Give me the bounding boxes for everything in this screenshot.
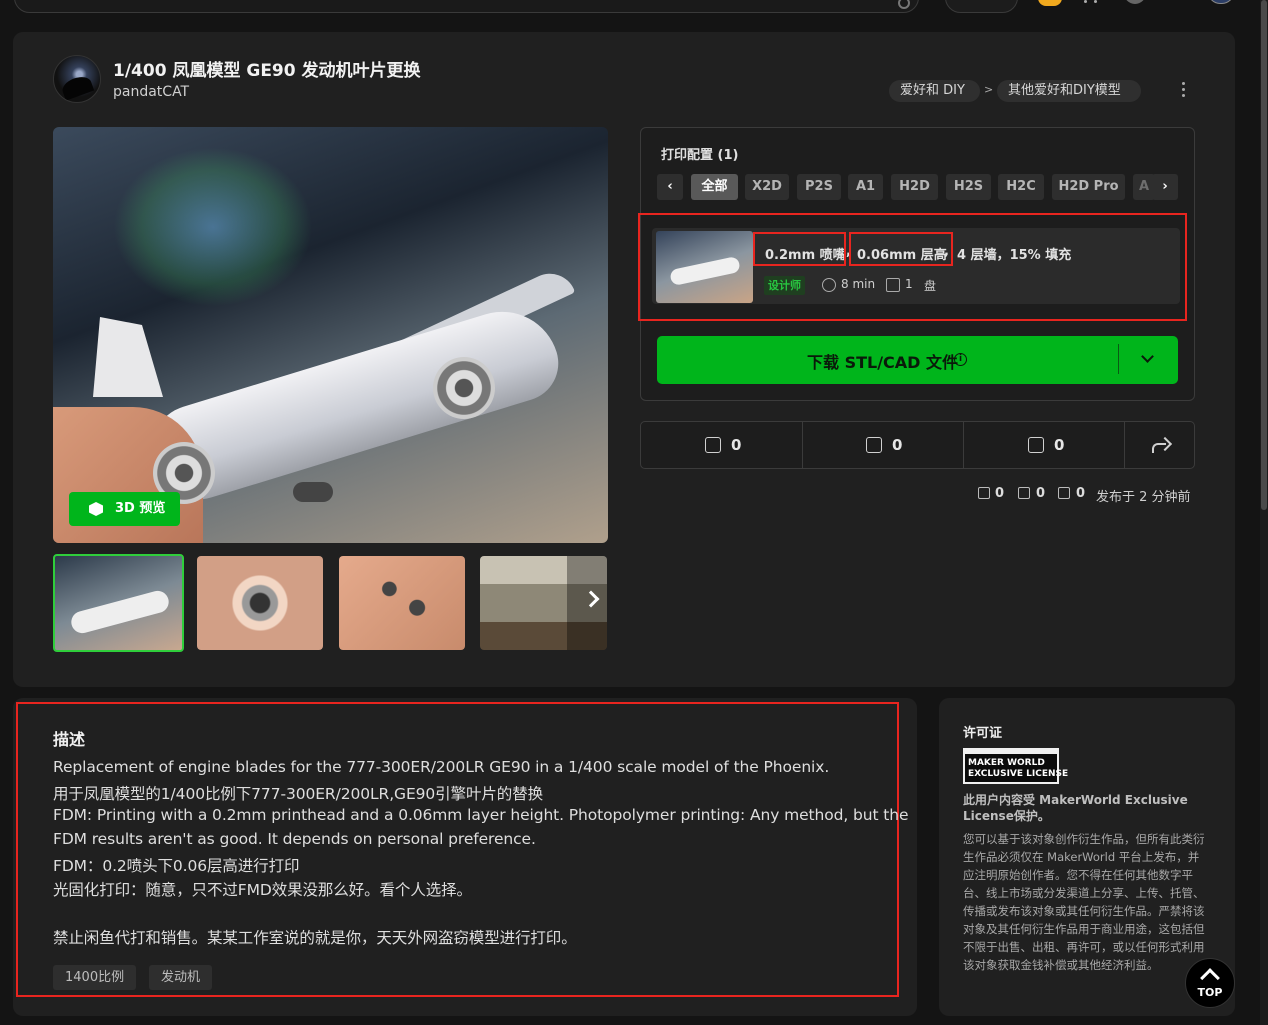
action-divider bbox=[963, 422, 964, 468]
printer-chip-all[interactable]: 全部 bbox=[691, 174, 738, 200]
3d-preview-button[interactable]: 3D 预览 bbox=[69, 492, 180, 526]
tag-scale[interactable]: 1400比例 bbox=[53, 965, 137, 990]
highlight-annotation-nozzle bbox=[753, 232, 846, 266]
print-config-title: 打印配置 (1) bbox=[661, 148, 739, 163]
license-badge-line1: MAKER WORLD bbox=[968, 758, 1045, 768]
search-input[interactable] bbox=[14, 0, 919, 13]
description-line: FDM：0.2喷头下0.06层高进行打印 bbox=[53, 857, 300, 875]
action-divider bbox=[802, 422, 803, 468]
license-badge[interactable]: MAKER WORLD EXCLUSIVE LICENSE bbox=[963, 748, 1069, 784]
description-line: 用于凤凰模型的1/400比例下777-300ER/200LR,GE90引擎叶片的… bbox=[53, 785, 543, 803]
breadcrumb-category[interactable]: 爱好和 DIY bbox=[889, 80, 980, 102]
gallery-thumbnail-2[interactable] bbox=[197, 556, 323, 650]
more-menu-icon[interactable] bbox=[1180, 82, 1186, 100]
description-line: FDM results aren't as good. It depends o… bbox=[53, 830, 536, 848]
action-divider bbox=[1124, 422, 1125, 468]
gallery-thumbnail-3[interactable] bbox=[339, 556, 465, 650]
user-avatar[interactable] bbox=[1208, 0, 1234, 4]
notification-icon[interactable] bbox=[1124, 0, 1146, 4]
points-icon[interactable] bbox=[1038, 0, 1062, 6]
arrow-up-icon bbox=[1200, 968, 1220, 988]
download-count: 0 bbox=[1036, 486, 1046, 501]
printer-chip-x2d[interactable]: X2D bbox=[745, 174, 789, 200]
highlight-annotation-description bbox=[16, 702, 899, 997]
top-button[interactable] bbox=[945, 0, 1018, 13]
published-time: 发布于 2 分钟前 bbox=[1096, 490, 1191, 505]
like-button[interactable] bbox=[640, 421, 802, 469]
comment-icon[interactable] bbox=[1028, 437, 1044, 453]
description-heading: 描述 bbox=[53, 730, 86, 749]
comment-count: 0 bbox=[1054, 436, 1065, 454]
license-subtitle: 此用户内容受 MakerWorld Exclusive License保护。 bbox=[963, 793, 1188, 823]
license-heading: 许可证 bbox=[963, 726, 1003, 741]
printer-next-icon[interactable]: › bbox=[1152, 174, 1178, 200]
description-line: 禁止闲鱼代打和销售。某某工作室说的就是你，天天外网盗窃模型进行打印。 bbox=[53, 929, 577, 947]
top-navigation-bar bbox=[0, 0, 1268, 18]
search-icon[interactable] bbox=[898, 0, 910, 9]
collect-count: 0 bbox=[892, 436, 903, 454]
page-title: 1/400 凤凰模型 GE90 发动机叶片更换 bbox=[113, 61, 421, 81]
boost-count: 0 bbox=[995, 486, 1005, 501]
info-icon[interactable]: i bbox=[954, 353, 967, 366]
back-to-top-button[interactable]: TOP bbox=[1185, 958, 1235, 1008]
author-name[interactable]: pandatCAT bbox=[113, 84, 189, 100]
share-icon[interactable] bbox=[1152, 438, 1168, 453]
cube-icon bbox=[89, 502, 103, 516]
scrollbar-thumb[interactable] bbox=[1261, 0, 1267, 510]
boost-icon bbox=[978, 487, 990, 499]
hero-image[interactable] bbox=[53, 127, 608, 543]
download-icon bbox=[1018, 487, 1030, 499]
description-line: 光固化打印：随意，只不过FMD效果没那么好。看个人选择。 bbox=[53, 881, 472, 899]
description-line: FDM: Printing with a 0.2mm printhead and… bbox=[53, 806, 909, 824]
gallery-thumbnail-1[interactable] bbox=[53, 554, 184, 652]
printer-chip-h2d[interactable]: H2D bbox=[891, 174, 938, 200]
back-to-top-label: TOP bbox=[1197, 986, 1223, 999]
download-label: 下载 STL/CAD 文件 bbox=[807, 353, 959, 372]
printer-chip-h2d-pro[interactable]: H2D Pro bbox=[1052, 174, 1125, 200]
comment-button[interactable] bbox=[964, 421, 1124, 469]
thumbs-up-icon[interactable] bbox=[705, 437, 721, 453]
highlight-annotation-profile bbox=[638, 213, 1187, 321]
highlight-annotation-layer bbox=[849, 232, 953, 266]
license-body: 您可以基于该对象创作衍生作品，但所有此类衍生作品必须仅在 MakerWorld … bbox=[963, 832, 1205, 972]
breadcrumb-subcategory[interactable]: 其他爱好和DIY模型 bbox=[997, 80, 1141, 102]
print-icon bbox=[1058, 487, 1070, 499]
apps-icon[interactable] bbox=[1082, 0, 1100, 5]
collect-button[interactable] bbox=[803, 421, 963, 469]
printer-chip-h2s[interactable]: H2S bbox=[946, 174, 991, 200]
description-line: Replacement of engine blades for the 777… bbox=[53, 758, 830, 776]
breadcrumb-separator: > bbox=[984, 83, 994, 96]
printer-chip-a1[interactable]: A1 bbox=[848, 174, 883, 200]
print-count: 0 bbox=[1076, 486, 1086, 501]
download-divider bbox=[1118, 344, 1119, 374]
author-avatar[interactable] bbox=[53, 55, 101, 103]
printer-prev-icon[interactable]: ‹ bbox=[657, 174, 683, 200]
like-count: 0 bbox=[731, 436, 742, 454]
printer-chip-p2s[interactable]: P2S bbox=[797, 174, 841, 200]
printer-chip-h2c[interactable]: H2C bbox=[998, 174, 1044, 200]
tag-engine[interactable]: 发动机 bbox=[149, 965, 213, 990]
3d-preview-label: 3D 预览 bbox=[115, 501, 166, 516]
page-scrollbar[interactable] bbox=[1260, 0, 1268, 1025]
license-badge-line2: EXCLUSIVE LICENSE bbox=[968, 769, 1069, 779]
bookmark-icon[interactable] bbox=[866, 437, 882, 453]
gallery-thumbnail-4[interactable] bbox=[480, 556, 607, 650]
